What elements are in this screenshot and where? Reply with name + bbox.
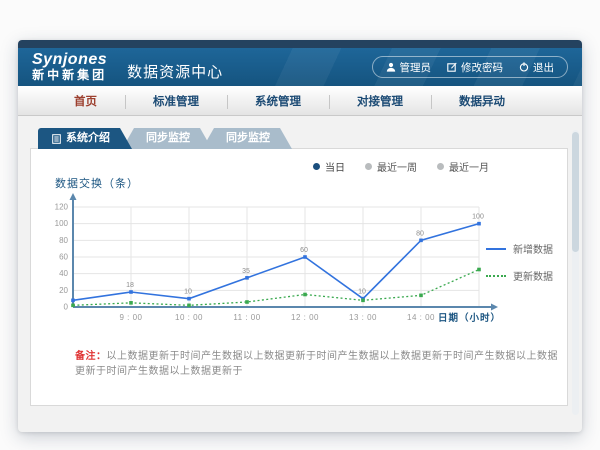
green-dotted-swatch: [486, 275, 506, 277]
radio-icon: [437, 163, 444, 170]
svg-text:60: 60: [300, 247, 308, 254]
nav-item-integration-mgmt[interactable]: 对接管理: [329, 93, 431, 109]
svg-text:60: 60: [59, 253, 68, 262]
vertical-scrollbar[interactable]: [572, 130, 579, 415]
filter-label: 当日: [325, 159, 345, 174]
filter-today[interactable]: 当日: [313, 159, 345, 174]
svg-text:0: 0: [64, 303, 69, 312]
svg-text:35: 35: [242, 268, 250, 275]
tab-sync-monitor-2[interactable]: 同步监控: [202, 128, 292, 149]
tab-label: 系统介绍: [66, 128, 110, 149]
svg-text:80: 80: [416, 230, 424, 237]
scrollbar-thumb[interactable]: [572, 132, 579, 252]
svg-text:80: 80: [59, 236, 68, 245]
chart-legend: 新增数据 更新数据: [486, 241, 553, 295]
logo-en-text: Synjones: [32, 52, 107, 69]
tab-system-intro[interactable]: 系统介绍: [38, 128, 132, 149]
legend-item-updated-data[interactable]: 更新数据: [486, 268, 553, 283]
svg-text:20: 20: [59, 286, 68, 295]
svg-text:10 : 00: 10 : 00: [175, 313, 203, 322]
power-icon: [519, 62, 529, 72]
tab-sync-monitor-1[interactable]: 同步监控: [122, 128, 212, 149]
blue-line-swatch: [486, 248, 506, 250]
svg-text:120: 120: [55, 203, 69, 212]
svg-text:13 : 00: 13 : 00: [349, 313, 377, 322]
footnote-label: 备注：: [75, 351, 107, 362]
svg-text:9 : 00: 9 : 00: [119, 313, 142, 322]
time-range-filters: 当日 最近一周 最近一月: [313, 159, 489, 174]
company-logo: Synjones 新中新集团: [32, 52, 107, 81]
nav-item-home[interactable]: 首页: [46, 93, 125, 109]
legend-item-new-data[interactable]: 新增数据: [486, 241, 553, 256]
user-icon: [386, 62, 396, 72]
y-axis-title: 数据交换（条）: [55, 175, 567, 191]
svg-text:10: 10: [358, 289, 366, 296]
radio-icon: [365, 163, 372, 170]
svg-text:100: 100: [472, 214, 484, 221]
footnote-text: 以上数据更新于时间产生数据以上数据更新于时间产生数据以上数据更新于时间产生数据以…: [75, 351, 558, 377]
svg-text:18: 18: [126, 282, 134, 289]
filter-last-week[interactable]: 最近一周: [365, 159, 417, 174]
nav-item-system-mgmt[interactable]: 系统管理: [227, 93, 329, 109]
change-password-label: 修改密码: [461, 60, 503, 75]
user-toolbar: 管理员 修改密码 退出: [372, 56, 569, 78]
current-user-label: 管理员: [400, 60, 432, 75]
nav-item-standard-mgmt[interactable]: 标准管理: [125, 93, 227, 109]
app-window: Synjones 新中新集团 数据资源中心 管理员 修改密码 退出: [18, 40, 582, 432]
filter-last-month[interactable]: 最近一月: [437, 159, 489, 174]
window-top-strip: [18, 40, 582, 48]
main-nav: 首页 标准管理 系统管理 对接管理 数据异动: [18, 86, 582, 116]
document-icon: [52, 134, 61, 144]
tab-bar: 系统介绍 同步监控 同步监控: [38, 128, 568, 149]
svg-text:14 : 00: 14 : 00: [407, 313, 435, 322]
svg-text:10: 10: [184, 289, 192, 296]
svg-text:12 : 00: 12 : 00: [291, 313, 319, 322]
legend-label: 新增数据: [513, 241, 553, 256]
line-chart: 0 20 40 60 80 100 120 9 : 00 10 : 00 11 : 00 12 : …: [43, 193, 505, 331]
legend-label: 更新数据: [513, 268, 553, 283]
svg-text:100: 100: [55, 219, 69, 228]
page-title: 数据资源中心: [127, 61, 223, 82]
radio-selected-icon: [313, 163, 320, 170]
filter-label: 最近一月: [449, 159, 489, 174]
nav-item-data-changes[interactable]: 数据异动: [431, 93, 533, 109]
tab-label: 同步监控: [146, 128, 190, 149]
svg-text:40: 40: [59, 269, 68, 278]
footnote: 备注：以上数据更新于时间产生数据以上数据更新于时间产生数据以上数据更新于时间产生…: [75, 347, 567, 377]
filter-label: 最近一周: [377, 159, 417, 174]
chart-panel: 当日 最近一周 最近一月 数据交换（条） 0 20 40 60 80 100 120 9 : …: [30, 148, 568, 406]
logout-label: 退出: [533, 60, 554, 75]
logout-button[interactable]: 退出: [519, 60, 554, 75]
logo-cn-text: 新中新集团: [32, 69, 107, 82]
svg-text:日期（小时）: 日期（小时）: [438, 312, 501, 324]
edit-icon: [447, 62, 457, 72]
svg-text:11 : 00: 11 : 00: [233, 313, 260, 322]
change-password-button[interactable]: 修改密码: [447, 60, 503, 75]
tab-label: 同步监控: [226, 128, 270, 149]
current-user[interactable]: 管理员: [386, 60, 432, 75]
content-area: 系统介绍 同步监控 同步监控 当日 最近一周: [18, 116, 582, 431]
app-header: Synjones 新中新集团 数据资源中心 管理员 修改密码 退出: [18, 48, 582, 86]
